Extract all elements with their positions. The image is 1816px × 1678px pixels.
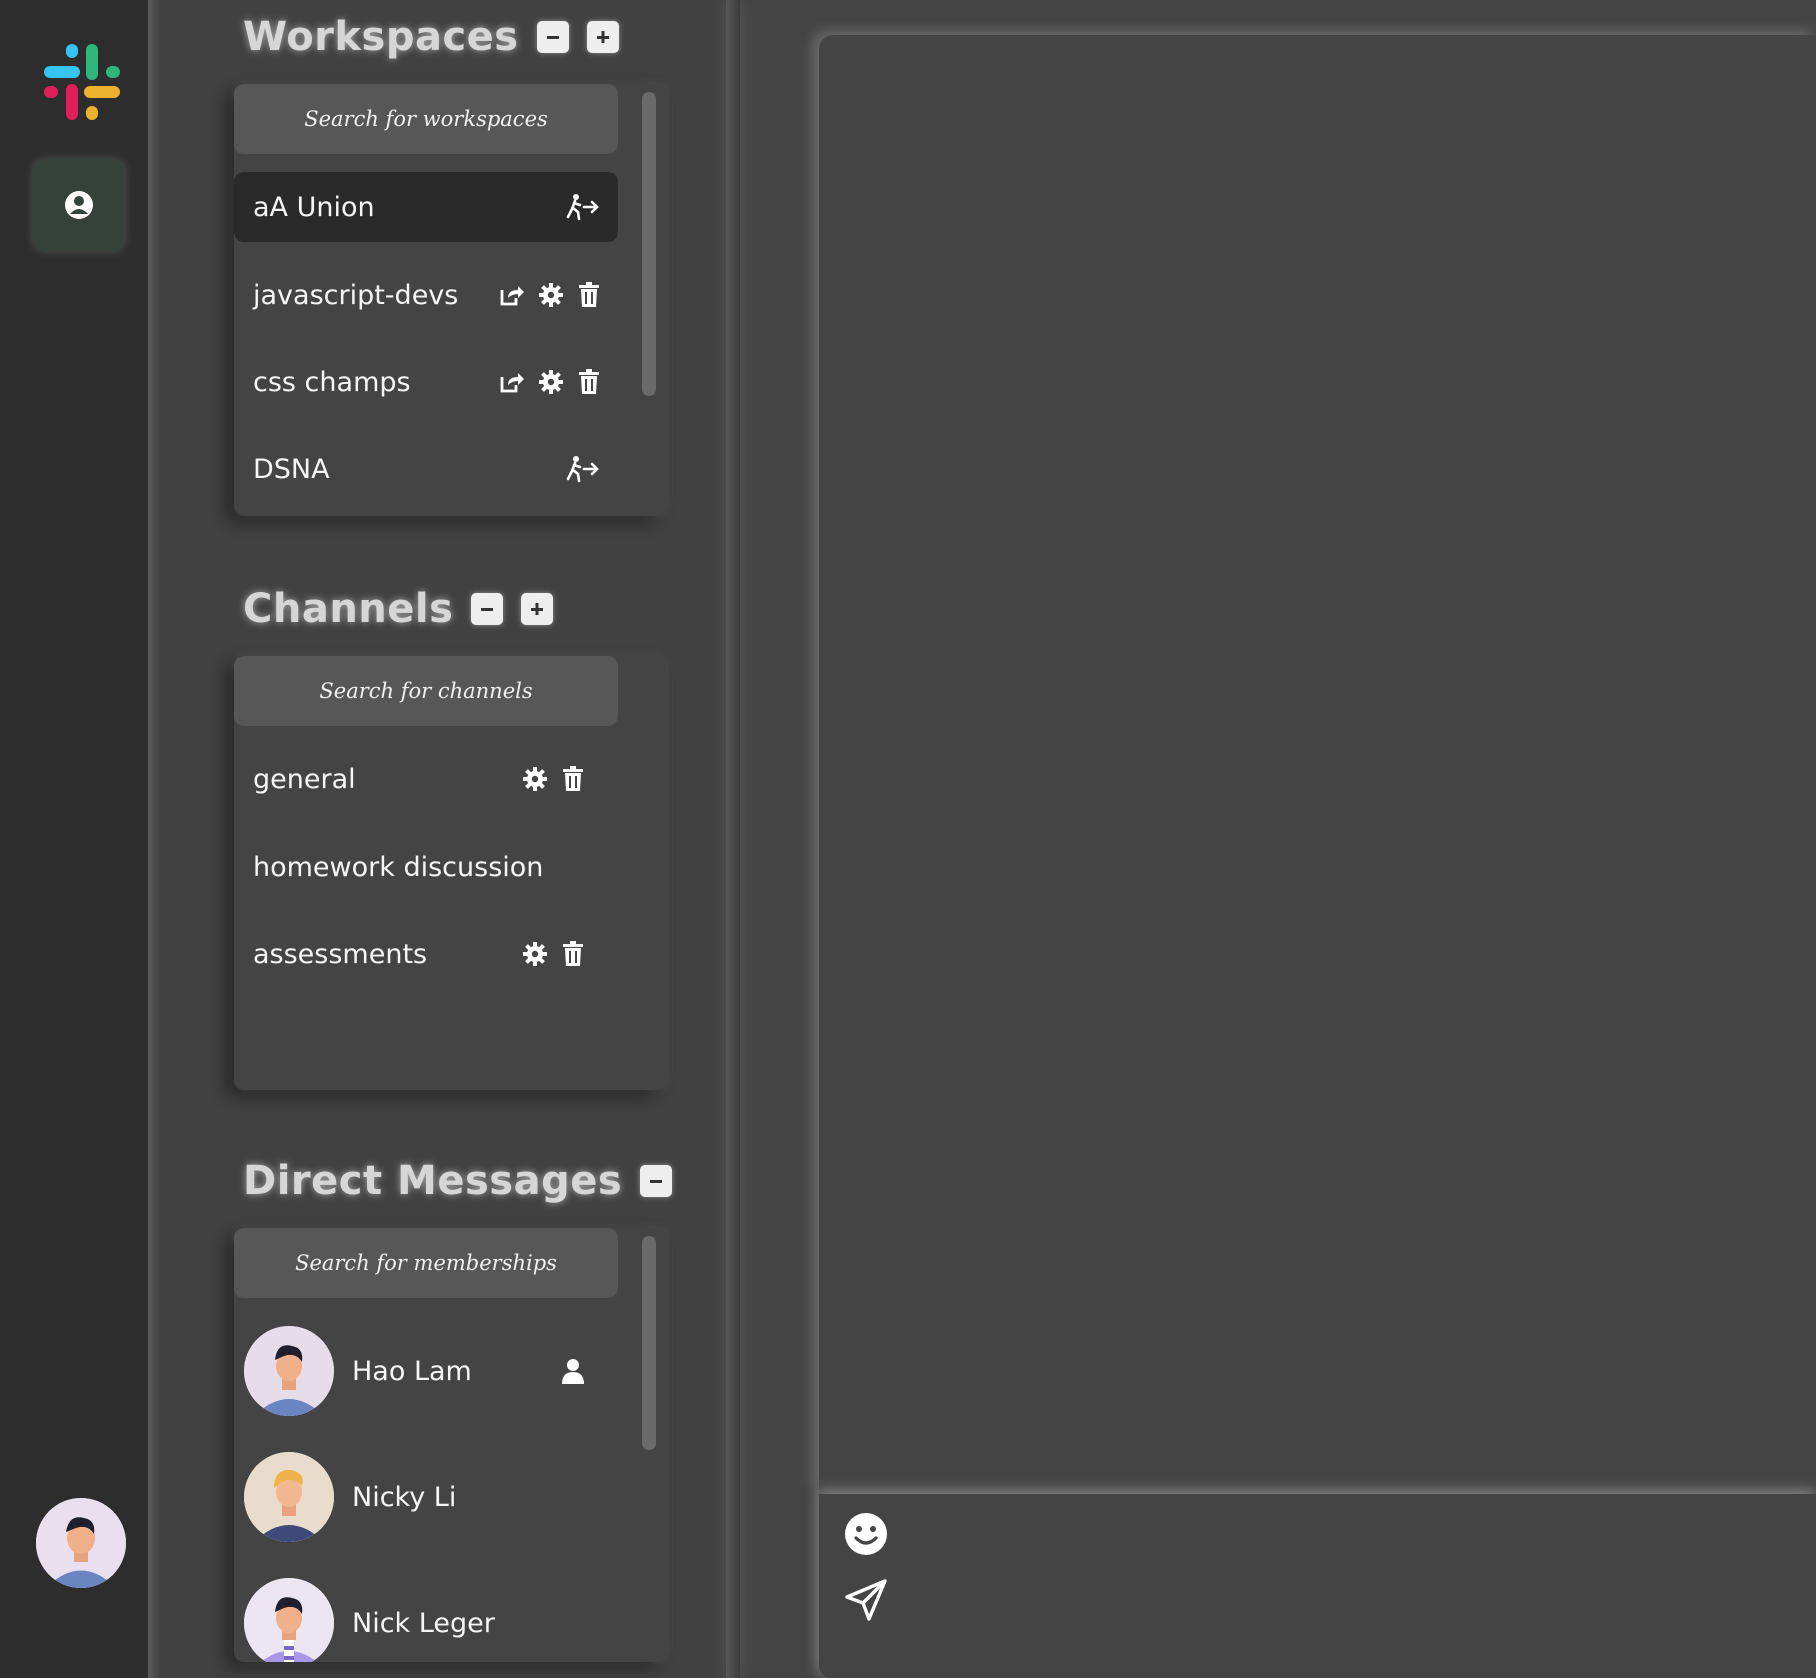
trash-icon[interactable] bbox=[578, 282, 600, 308]
channels-panel: Search for channels general homework dis… bbox=[234, 656, 666, 1090]
avatar-illustration bbox=[36, 1498, 126, 1588]
add-channel-button[interactable] bbox=[521, 593, 554, 625]
smile-icon[interactable] bbox=[844, 1512, 888, 1556]
trash-icon[interactable] bbox=[562, 766, 584, 792]
workspace-item-aa-union[interactable]: aA Union bbox=[234, 172, 618, 242]
channels-header: Channels bbox=[243, 586, 554, 632]
workspace-item-javascript-devs[interactable]: javascript-devs bbox=[234, 260, 618, 330]
dm-item-nicky-li[interactable]: Nicky Li bbox=[234, 1447, 618, 1547]
direct-messages-panel: Search for memberships Hao Lam Nicky Li … bbox=[234, 1228, 666, 1662]
trash-icon[interactable] bbox=[562, 941, 584, 967]
workspace-search-input[interactable]: Search for workspaces bbox=[234, 84, 618, 154]
channel-search-input[interactable]: Search for channels bbox=[234, 656, 618, 726]
workspace-item-label: css champs bbox=[253, 366, 411, 398]
direct-messages-title: Direct Messages bbox=[243, 1158, 623, 1204]
channel-item-general[interactable]: general bbox=[234, 744, 618, 814]
dm-item-label: Nick Leger bbox=[352, 1607, 495, 1639]
dm-item-hao-lam[interactable]: Hao Lam bbox=[234, 1321, 618, 1421]
gear-icon[interactable] bbox=[538, 282, 564, 308]
collapse-channels-button[interactable] bbox=[471, 593, 504, 625]
workspaces-panel: Search for workspaces aA Union javascrip… bbox=[234, 84, 666, 516]
workspace-item-dsna[interactable]: DSNA bbox=[234, 434, 618, 504]
avatar bbox=[244, 1326, 334, 1416]
avatar bbox=[244, 1578, 334, 1662]
workspace-item-css-champs[interactable]: css champs bbox=[234, 347, 618, 417]
share-icon[interactable] bbox=[498, 369, 524, 395]
direct-messages-header: Direct Messages bbox=[243, 1158, 673, 1204]
membership-search-input[interactable]: Search for memberships bbox=[234, 1228, 618, 1298]
add-workspace-button[interactable] bbox=[586, 21, 619, 53]
collapse-direct-messages-button[interactable] bbox=[640, 1165, 673, 1197]
profile-button[interactable] bbox=[33, 159, 125, 251]
current-user-avatar[interactable] bbox=[36, 1498, 126, 1588]
workspaces-title: Workspaces bbox=[243, 14, 519, 60]
gear-icon[interactable] bbox=[522, 766, 548, 792]
dm-item-label: Hao Lam bbox=[352, 1355, 472, 1387]
channels-title: Channels bbox=[243, 586, 454, 632]
paper-plane-icon[interactable] bbox=[844, 1578, 888, 1622]
workspace-item-label: aA Union bbox=[253, 191, 375, 223]
minus-square-icon bbox=[481, 608, 494, 611]
gear-icon[interactable] bbox=[522, 941, 548, 967]
workspaces-header: Workspaces bbox=[243, 14, 619, 60]
avatar bbox=[244, 1452, 334, 1542]
leave-walk-icon[interactable] bbox=[566, 455, 600, 483]
channel-item-homework-discussion[interactable]: homework discussion bbox=[234, 832, 618, 902]
share-icon[interactable] bbox=[498, 282, 524, 308]
message-pane bbox=[819, 35, 1816, 1495]
user-icon[interactable] bbox=[562, 1358, 584, 1384]
slack-logo-icon[interactable] bbox=[40, 40, 124, 124]
rail-edge bbox=[148, 0, 162, 1678]
message-composer[interactable] bbox=[819, 1494, 1816, 1678]
minus-square-icon bbox=[546, 36, 559, 39]
channel-item-label: general bbox=[253, 763, 356, 795]
workspace-item-label: DSNA bbox=[253, 453, 330, 485]
minus-square-icon bbox=[650, 1180, 663, 1183]
collapse-workspaces-button[interactable] bbox=[536, 21, 569, 53]
dm-item-label: Nicky Li bbox=[352, 1481, 457, 1513]
channel-item-label: homework discussion bbox=[253, 851, 544, 883]
gear-icon[interactable] bbox=[538, 369, 564, 395]
channel-item-label: assessments bbox=[253, 938, 428, 970]
left-rail bbox=[0, 0, 148, 1678]
user-circle-icon bbox=[65, 191, 93, 219]
dm-item-nick-leger[interactable]: Nick Leger bbox=[234, 1573, 618, 1662]
direct-messages-scrollbar[interactable] bbox=[642, 1236, 656, 1450]
trash-icon[interactable] bbox=[578, 369, 600, 395]
channel-item-assessments[interactable]: assessments bbox=[234, 919, 618, 989]
plus-square-icon bbox=[531, 603, 544, 615]
plus-square-icon bbox=[596, 31, 609, 43]
workspace-item-label: javascript-devs bbox=[253, 279, 459, 311]
leave-walk-icon[interactable] bbox=[566, 193, 600, 221]
sidebar-divider[interactable] bbox=[726, 0, 740, 1678]
workspaces-scrollbar[interactable] bbox=[642, 92, 656, 396]
